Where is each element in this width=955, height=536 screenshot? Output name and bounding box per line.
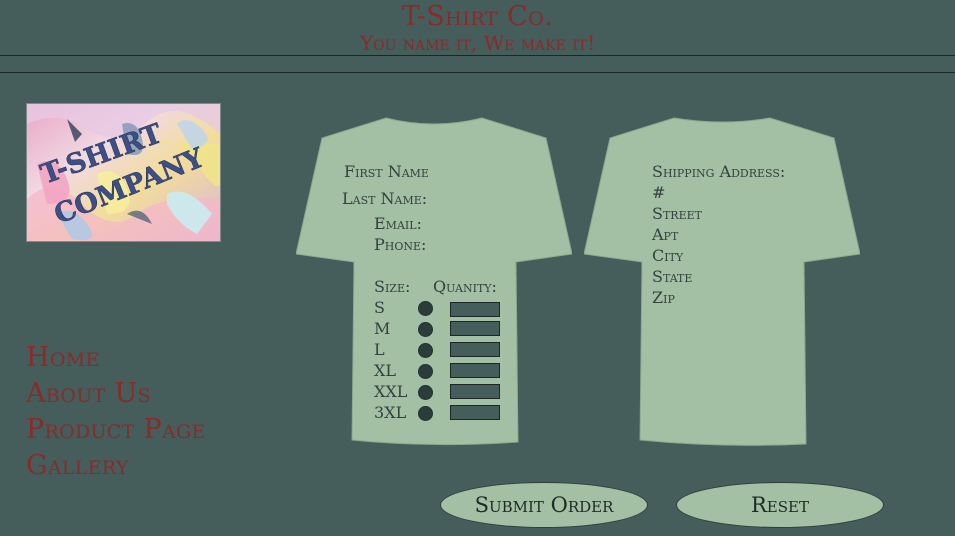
label-email: Email:: [374, 214, 422, 233]
site-tagline: You name it, We make it!: [359, 31, 596, 55]
submit-order-button[interactable]: Submit Order: [440, 482, 648, 528]
main-nav: Home About Us Product Page Gallery: [26, 340, 206, 484]
company-logo: T-SHIRT COMPANY: [26, 103, 221, 242]
quantity-input-xl[interactable]: [450, 363, 500, 378]
label-shipping-street: Street: [652, 204, 702, 223]
size-label-l: L: [374, 340, 385, 359]
label-shipping-heading: Shipping Address:: [652, 162, 786, 181]
size-label-3xl: 3XL: [374, 403, 407, 422]
size-label-xl: XL: [374, 361, 397, 380]
label-shipping-apt: Apt: [652, 225, 679, 244]
label-shipping-state: State: [652, 267, 693, 286]
size-radio-m[interactable]: [418, 322, 433, 337]
site-title: T-Shirt Co.: [401, 1, 554, 32]
quantity-input-s[interactable]: [450, 302, 500, 317]
header-divider-bottom: [0, 72, 955, 73]
size-label-m: M: [374, 319, 391, 338]
label-phone: Phone:: [374, 235, 427, 254]
nav-link-product-page[interactable]: Product Page: [26, 412, 206, 448]
label-size-header: Size:: [374, 277, 411, 296]
label-quantity-header: Quanity:: [433, 277, 497, 296]
quantity-input-xxl[interactable]: [450, 384, 500, 399]
label-shipping-number: #: [652, 183, 666, 202]
label-last-name: Last Name:: [342, 189, 428, 208]
nav-link-gallery[interactable]: Gallery: [26, 448, 206, 484]
size-label-s: S: [374, 298, 385, 317]
reset-button[interactable]: Reset: [676, 482, 884, 528]
size-radio-s[interactable]: [418, 301, 433, 316]
size-radio-xl[interactable]: [418, 364, 433, 379]
header-divider-top: [0, 55, 955, 56]
label-shipping-zip: Zip: [652, 288, 675, 307]
size-label-xxl: XXL: [374, 382, 408, 401]
size-radio-xxl[interactable]: [418, 385, 433, 400]
label-shipping-city: City: [652, 246, 684, 265]
size-radio-3xl[interactable]: [418, 406, 433, 421]
quantity-input-l[interactable]: [450, 342, 500, 357]
quantity-input-3xl[interactable]: [450, 405, 500, 420]
quantity-input-m[interactable]: [450, 321, 500, 336]
page-header: T-Shirt Co. You name it, We make it!: [0, 0, 955, 56]
label-first-name: First Name: [344, 162, 429, 181]
nav-link-about-us[interactable]: About Us: [26, 376, 206, 412]
nav-link-home[interactable]: Home: [26, 340, 206, 376]
size-radio-l[interactable]: [418, 343, 433, 358]
